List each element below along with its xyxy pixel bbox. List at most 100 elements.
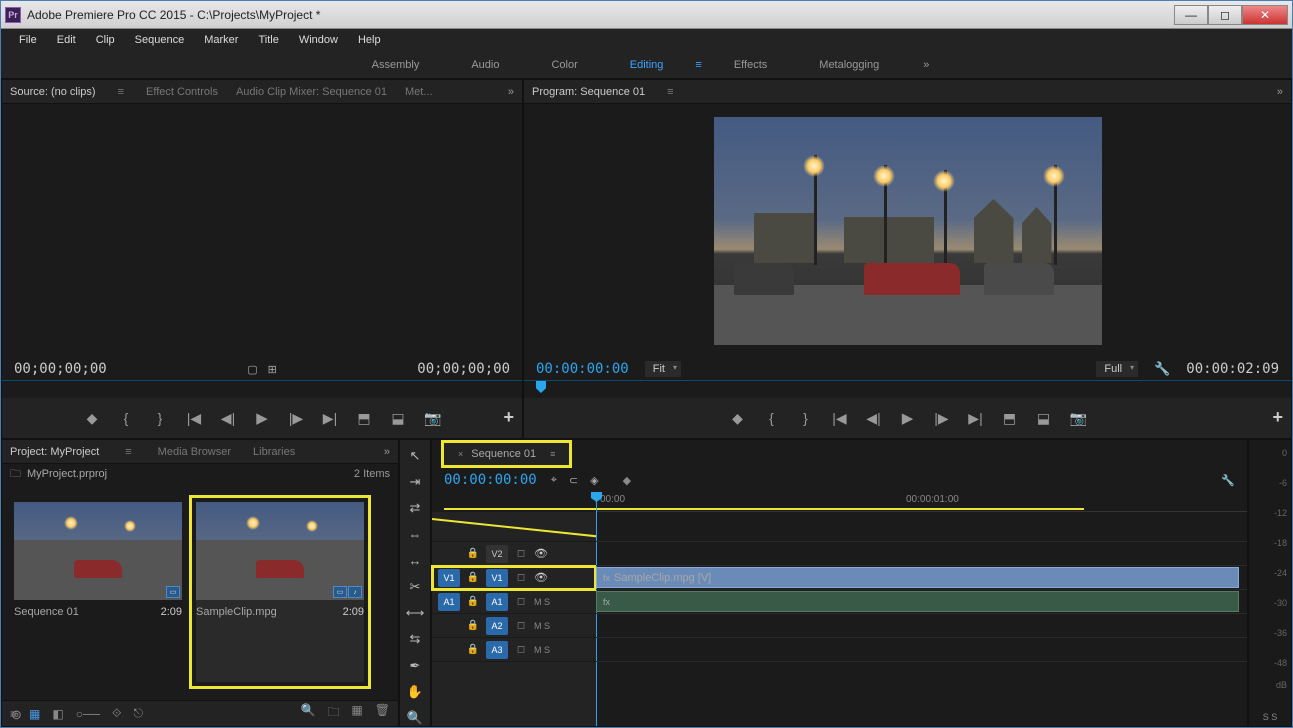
zoom-slider[interactable]: ○── — [76, 707, 100, 721]
extract-icon[interactable]: ⬓ — [1036, 410, 1052, 427]
program-monitor-view[interactable] — [524, 104, 1291, 358]
solo-buttons[interactable]: S S — [1249, 712, 1291, 722]
menu-file[interactable]: File — [9, 31, 47, 49]
pen-tool-icon[interactable]: ✒ — [406, 658, 424, 674]
new-item-icon[interactable]: ▦ — [351, 703, 362, 724]
workspace-overflow[interactable]: » — [905, 53, 947, 77]
menu-help[interactable]: Help — [348, 31, 391, 49]
program-time-ruler[interactable] — [524, 380, 1291, 398]
tab-effect-controls[interactable]: Effect Controls — [146, 86, 218, 98]
workspace-effects[interactable]: Effects — [708, 53, 793, 77]
track-header-a1[interactable]: A1 🔒 A1 ◻ M S — [432, 590, 596, 614]
track-header-v1[interactable]: V1 🔒 V1 ◻ 👁 — [432, 566, 596, 590]
mark-in-icon[interactable]: { — [118, 410, 134, 426]
sort-icon[interactable]: ⟐ — [112, 706, 121, 721]
lock-icon[interactable]: 🔒 — [466, 596, 480, 607]
program-overflow[interactable]: » — [1277, 86, 1283, 98]
step-back-icon[interactable]: ◀| — [220, 410, 236, 427]
tab-source[interactable]: Source: (no clips) — [10, 86, 96, 98]
toggle-output-icon[interactable]: ◻ — [514, 644, 528, 655]
lock-icon[interactable]: 🔒 — [466, 548, 480, 559]
track-v2-label[interactable]: V2 — [486, 545, 508, 563]
step-forward-icon[interactable]: |▶ — [288, 410, 304, 427]
bin-item-clip[interactable]: ▭♪ SampleClip.mpg2:09 — [196, 502, 364, 682]
mark-out-icon[interactable]: } — [798, 410, 814, 426]
auto-match-icon[interactable]: ⎋ — [133, 706, 143, 721]
selection-tool-icon[interactable]: ↖ — [406, 448, 424, 464]
creative-cloud-icon[interactable]: ⊚ — [11, 707, 22, 723]
timeline-tracks-area[interactable]: fxSampleClip.mpg [V] fx — [596, 512, 1247, 726]
toggle-output-icon[interactable]: ◻ — [514, 620, 528, 631]
eye-icon[interactable]: 👁 — [534, 547, 548, 560]
overwrite-icon[interactable]: ⬓ — [390, 410, 406, 427]
menu-clip[interactable]: Clip — [86, 31, 125, 49]
close-button[interactable]: ✕ — [1242, 5, 1288, 25]
play-icon[interactable]: ▶ — [254, 409, 270, 427]
tab-project[interactable]: Project: MyProject — [10, 446, 99, 458]
resolution-select[interactable]: Full — [1096, 361, 1138, 377]
workspace-audio[interactable]: Audio — [445, 53, 525, 77]
timeline-markers-icon[interactable]: ◆ — [623, 474, 631, 487]
go-to-in-icon[interactable]: |◀ — [186, 410, 202, 427]
button-editor-icon[interactable]: + — [1272, 407, 1283, 428]
step-back-icon[interactable]: ◀| — [866, 410, 882, 427]
snap-icon[interactable]: ⌖ — [551, 474, 557, 487]
minimize-button[interactable]: — — [1174, 5, 1208, 25]
program-panel-menu-icon[interactable]: ≡ — [663, 86, 677, 98]
linked-selection-icon[interactable]: ⊂ — [569, 474, 578, 487]
track-a3-label[interactable]: A3 — [486, 641, 508, 659]
find-icon[interactable]: 🔍 — [300, 703, 315, 724]
lock-icon[interactable]: 🔒 — [466, 644, 480, 655]
workspace-editing[interactable]: Editing — [604, 53, 690, 77]
play-icon[interactable]: ▶ — [900, 409, 916, 427]
toggle-output-icon[interactable]: ◻ — [514, 596, 528, 607]
add-marker-icon[interactable]: ◈ — [590, 474, 598, 487]
safe-margins-icon[interactable]: ▢ — [247, 363, 257, 376]
source-timecode-in[interactable]: 00;00;00;00 — [14, 361, 107, 377]
tab-media-browser[interactable]: Media Browser — [158, 446, 231, 458]
close-sequence-icon[interactable]: × — [458, 449, 463, 459]
video-clip[interactable]: fxSampleClip.mpg [V] — [596, 567, 1239, 588]
sequence-menu-icon[interactable]: ≡ — [550, 449, 555, 459]
mark-in-icon[interactable]: { — [764, 410, 780, 426]
track-header-a2[interactable]: 🔒 A2 ◻ M S — [432, 614, 596, 638]
export-frame-icon[interactable]: 📷 — [1070, 410, 1086, 427]
track-a2-label[interactable]: A2 — [486, 617, 508, 635]
mute-solo[interactable]: M S — [534, 597, 550, 607]
track-select-forward-icon[interactable]: ⇥ — [406, 474, 424, 490]
go-to-in-icon[interactable]: |◀ — [832, 410, 848, 427]
tab-libraries[interactable]: Libraries — [253, 446, 295, 458]
lock-icon[interactable]: 🔒 — [466, 620, 480, 631]
track-header-v2[interactable]: 🔒 V2 ◻ 👁 — [432, 542, 596, 566]
workspace-color[interactable]: Color — [525, 53, 603, 77]
tab-program[interactable]: Program: Sequence 01 — [532, 86, 645, 98]
razor-tool-icon[interactable]: ✂ — [406, 579, 424, 595]
bin-area[interactable]: ▭ Sequence 012:09 ▭♪ SampleClip.mpg2:09 — [2, 484, 398, 700]
step-forward-icon[interactable]: |▶ — [934, 410, 950, 427]
add-marker-icon[interactable]: ◆ — [730, 410, 746, 427]
lock-icon[interactable]: 🔒 — [466, 572, 480, 583]
toggle-output-icon[interactable]: ◻ — [514, 548, 528, 559]
workspace-assembly[interactable]: Assembly — [346, 53, 446, 77]
menu-sequence[interactable]: Sequence — [125, 31, 195, 49]
export-frame-icon[interactable]: 📷 — [424, 410, 440, 427]
program-playhead[interactable] — [536, 381, 546, 393]
eye-icon[interactable]: 👁 — [534, 571, 548, 584]
timeline-settings-icon[interactable]: 🔧 — [1221, 474, 1235, 487]
slip-tool-icon[interactable]: ⟷ — [406, 605, 424, 621]
bin-item-sequence[interactable]: ▭ Sequence 012:09 — [14, 502, 182, 682]
settings-icon[interactable]: 🔧 — [1154, 361, 1170, 377]
menu-window[interactable]: Window — [289, 31, 348, 49]
go-to-out-icon[interactable]: ▶| — [322, 410, 338, 427]
menu-marker[interactable]: Marker — [194, 31, 248, 49]
maximize-button[interactable]: ◻ — [1208, 5, 1242, 25]
trash-icon[interactable]: 🗑 — [375, 703, 390, 724]
source-patch-v1[interactable]: V1 — [438, 569, 460, 587]
source-time-ruler[interactable] — [2, 380, 522, 398]
zoom-tool-icon[interactable]: 🔍 — [406, 710, 424, 726]
workspace-menu-icon[interactable]: ≡ — [689, 59, 707, 71]
add-marker-icon[interactable]: ◆ — [84, 410, 100, 427]
new-bin-icon[interactable]: 🗀 — [327, 703, 339, 724]
track-v1-row[interactable]: fxSampleClip.mpg [V] — [596, 566, 1247, 590]
track-v2-row[interactable] — [596, 542, 1247, 566]
